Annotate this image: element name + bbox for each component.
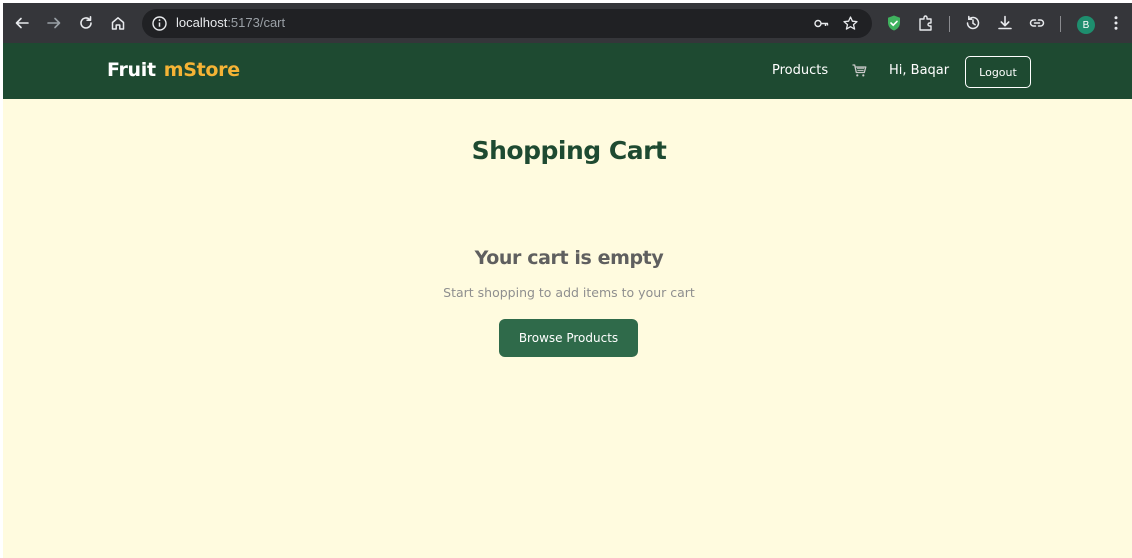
- history-icon[interactable]: [964, 14, 982, 32]
- url-text[interactable]: localhost:5173/cart: [176, 15, 285, 30]
- url-host: localhost: [176, 15, 228, 30]
- nav-link-products[interactable]: Products: [772, 63, 828, 78]
- empty-cart-message: Start shopping to add items to your cart: [443, 285, 695, 300]
- address-bar[interactable]: localhost:5173/cart: [142, 9, 872, 38]
- star-icon[interactable]: [842, 15, 859, 32]
- home-icon[interactable]: [106, 11, 130, 35]
- empty-cart-title: Your cart is empty: [474, 247, 664, 269]
- cart-page: Shopping Cart Your cart is empty Start s…: [3, 99, 1132, 558]
- url-path: :5173/cart: [227, 15, 286, 30]
- back-icon[interactable]: [10, 11, 34, 35]
- info-icon[interactable]: [151, 15, 168, 32]
- browse-products-button[interactable]: Browse Products: [499, 319, 638, 357]
- download-icon[interactable]: [996, 14, 1014, 32]
- logout-button[interactable]: Logout: [965, 56, 1031, 88]
- toolbar-divider-2: [1060, 16, 1061, 32]
- site-logo[interactable]: Fruit mStore: [107, 59, 240, 81]
- user-greeting: Hi, Baqar: [889, 63, 950, 78]
- app-header: Fruit mStore Products Hi, Baqar Logout: [3, 43, 1132, 99]
- puzzle-icon[interactable]: [917, 14, 935, 32]
- profile-avatar[interactable]: B: [1077, 16, 1095, 34]
- shield-extension-icon[interactable]: [885, 14, 903, 32]
- forward-icon[interactable]: [42, 11, 66, 35]
- more-icon[interactable]: [1107, 14, 1125, 32]
- key-icon[interactable]: [813, 15, 830, 32]
- browser-toolbar: localhost:5173/cart B: [3, 3, 1132, 43]
- logo-text-mstore: mStore: [163, 59, 240, 81]
- link-icon[interactable]: [1028, 14, 1046, 32]
- logo-text-fruit: Fruit: [107, 59, 156, 81]
- page-title: Shopping Cart: [471, 136, 667, 165]
- toolbar-divider: [949, 16, 950, 32]
- reload-icon[interactable]: [74, 11, 98, 35]
- cart-icon[interactable]: [851, 62, 868, 79]
